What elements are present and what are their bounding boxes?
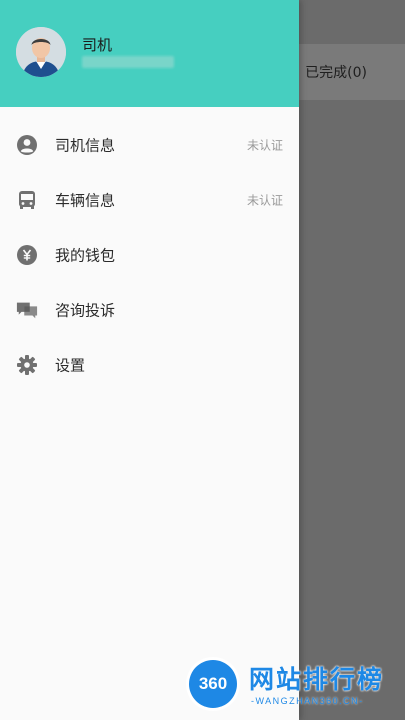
- menu-item-consult-complaint[interactable]: 咨询投诉: [0, 282, 299, 337]
- menu-item-vehicle-info[interactable]: 车辆信息 未认证: [0, 172, 299, 227]
- menu-item-wallet[interactable]: 我的钱包: [0, 227, 299, 282]
- watermark-badge: 360: [189, 660, 237, 708]
- status-badge: 未认证: [246, 138, 283, 152]
- watermark: 360 网站排行榜 -WANGZHAN360.CN-: [189, 656, 399, 716]
- menu-item-label: 咨询投诉: [55, 301, 116, 319]
- yuan-coin-icon: [16, 244, 38, 266]
- chat-bubbles-icon: [16, 299, 38, 321]
- user-phone-redacted: [82, 56, 174, 68]
- avatar[interactable]: [16, 27, 66, 77]
- person-icon: [16, 134, 38, 156]
- menu-item-label: 车辆信息: [55, 191, 116, 209]
- bus-icon: [16, 189, 38, 211]
- menu-item-label: 设置: [55, 356, 86, 374]
- watermark-title: 网站排行榜: [249, 665, 385, 694]
- watermark-subtitle: -WANGZHAN360.CN-: [251, 696, 364, 706]
- gear-icon: [16, 354, 38, 376]
- user-name: 司机: [82, 36, 113, 54]
- drawer-header[interactable]: 司机: [0, 0, 299, 107]
- drawer-menu: 司机信息 未认证 车辆信息 未认证 我的钱包 咨询投诉 设置: [0, 107, 299, 392]
- tab-completed[interactable]: 已完成(0): [305, 62, 367, 82]
- navigation-drawer: 司机 司机信息 未认证 车辆信息 未认证 我的钱包 咨询投诉 设置: [0, 0, 299, 720]
- menu-item-driver-info[interactable]: 司机信息 未认证: [0, 117, 299, 172]
- menu-item-label: 我的钱包: [55, 246, 116, 264]
- menu-item-label: 司机信息: [55, 136, 116, 154]
- menu-item-settings[interactable]: 设置: [0, 337, 299, 392]
- status-badge: 未认证: [246, 193, 283, 207]
